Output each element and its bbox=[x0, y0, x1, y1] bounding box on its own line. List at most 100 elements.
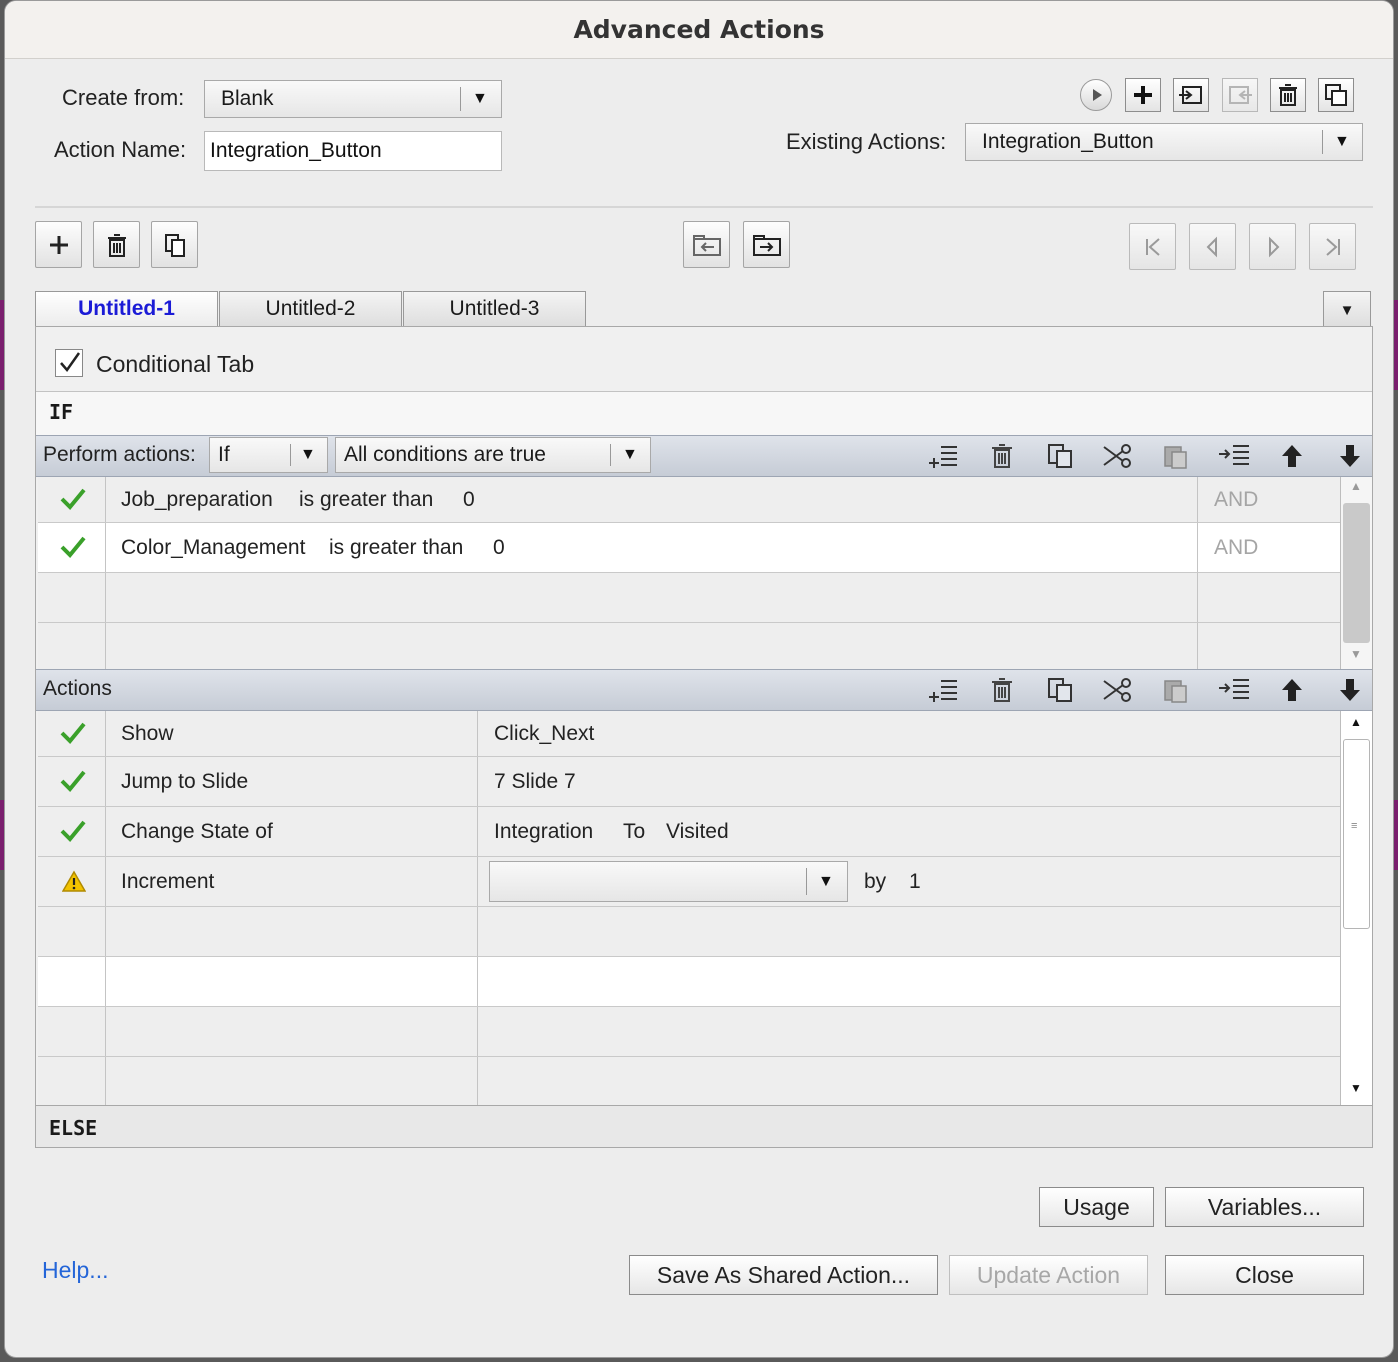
action-row[interactable]: Jump to Slide 7 Slide 7 bbox=[38, 757, 1340, 807]
action-row-empty[interactable] bbox=[38, 1007, 1340, 1057]
condition-expression-cell[interactable]: Job_preparation is greater than 0 bbox=[106, 477, 1198, 522]
scrollbar-thumb[interactable]: ≡ bbox=[1343, 739, 1370, 929]
add-condition-button[interactable] bbox=[915, 441, 973, 471]
paste-condition-button[interactable] bbox=[1147, 441, 1205, 471]
help-link[interactable]: Help... bbox=[42, 1257, 108, 1284]
action-name-cell[interactable]: Jump to Slide bbox=[106, 757, 478, 806]
checkmark-icon bbox=[60, 536, 86, 558]
checkmark-icon bbox=[60, 770, 86, 792]
variables-button[interactable]: Variables... bbox=[1165, 1187, 1364, 1227]
condition-row-empty[interactable] bbox=[38, 623, 1340, 671]
action-row-empty[interactable] bbox=[38, 907, 1340, 957]
insert-action-row-button[interactable] bbox=[1205, 675, 1263, 705]
move-condition-down-button[interactable] bbox=[1321, 441, 1379, 471]
action-target-cell[interactable]: ▼ by 1 bbox=[478, 857, 1340, 906]
delete-action-button[interactable] bbox=[1270, 78, 1306, 112]
action-name-cell[interactable]: Change State of bbox=[106, 807, 478, 856]
scroll-down-icon[interactable]: ▼ bbox=[1350, 647, 1362, 661]
move-tab-left-button[interactable] bbox=[683, 221, 730, 268]
delete-condition-button[interactable] bbox=[973, 441, 1031, 471]
scroll-up-icon[interactable]: ▲ bbox=[1350, 715, 1362, 729]
copy-action-row-button[interactable] bbox=[1031, 675, 1089, 705]
conditions-scrollbar[interactable]: ▲ ▼ bbox=[1340, 477, 1372, 671]
advanced-actions-dialog: Advanced Actions Create from: Blank ▼ Ac… bbox=[4, 0, 1394, 1358]
tabs-overflow-dropdown[interactable]: ▼ bbox=[1323, 291, 1371, 327]
if-label: IF bbox=[49, 400, 74, 424]
import-action-button[interactable] bbox=[1173, 78, 1209, 112]
actions-toolbar bbox=[915, 675, 1379, 705]
action-target-cell[interactable]: Click_Next bbox=[478, 711, 1340, 756]
condition-expression-cell[interactable]: Color_Management is greater than 0 bbox=[106, 523, 1198, 572]
tab-untitled-3[interactable]: Untitled-3 bbox=[403, 291, 586, 327]
export-action-button[interactable] bbox=[1222, 78, 1258, 112]
scrollbar-thumb[interactable] bbox=[1343, 503, 1370, 643]
condition-row-empty[interactable] bbox=[38, 573, 1340, 623]
condition-join-cell[interactable]: AND bbox=[1198, 523, 1340, 572]
conditional-tab-checkbox[interactable] bbox=[55, 349, 83, 377]
new-action-button[interactable] bbox=[1125, 78, 1161, 112]
preview-button[interactable] bbox=[1080, 79, 1112, 111]
tab-untitled-1[interactable]: Untitled-1 bbox=[35, 291, 218, 327]
action-row[interactable]: Increment ▼ by 1 bbox=[38, 857, 1340, 907]
next-tab-button[interactable] bbox=[1249, 223, 1296, 270]
action-row-empty[interactable] bbox=[38, 957, 1340, 1007]
action-name-input[interactable] bbox=[205, 132, 501, 170]
move-tab-right-button[interactable] bbox=[743, 221, 790, 268]
copy-condition-button[interactable] bbox=[1031, 441, 1089, 471]
add-row-icon bbox=[929, 446, 957, 468]
action-target: 7 Slide 7 bbox=[494, 770, 576, 793]
insert-row-icon bbox=[1219, 679, 1249, 699]
cut-condition-button[interactable] bbox=[1089, 441, 1147, 471]
update-action-button[interactable]: Update Action bbox=[949, 1255, 1148, 1295]
previous-tab-button[interactable] bbox=[1189, 223, 1236, 270]
first-tab-button[interactable] bbox=[1129, 223, 1176, 270]
cut-action-row-button[interactable] bbox=[1089, 675, 1147, 705]
paste-action-row-button[interactable] bbox=[1147, 675, 1205, 705]
last-tab-button[interactable] bbox=[1309, 223, 1356, 270]
action-row-empty[interactable] bbox=[38, 1057, 1340, 1105]
action-name-label: Action Name: bbox=[54, 137, 187, 162]
scroll-up-icon[interactable]: ▲ bbox=[1350, 479, 1362, 493]
move-condition-up-button[interactable] bbox=[1263, 441, 1321, 471]
chevron-down-icon: ▼ bbox=[622, 446, 638, 463]
action-row[interactable]: Show Click_Next bbox=[38, 711, 1340, 757]
usage-button[interactable]: Usage bbox=[1039, 1187, 1154, 1227]
perform-mode-dropdown[interactable]: If ▼ bbox=[209, 437, 328, 473]
actions-scrollbar[interactable]: ▲ ≡ ▼ bbox=[1340, 711, 1372, 1105]
actions-label: Actions bbox=[43, 677, 112, 700]
arrow-up-icon bbox=[1282, 679, 1302, 701]
scroll-down-icon[interactable]: ▼ bbox=[1350, 1081, 1362, 1095]
condition-row[interactable]: Color_Management is greater than 0 AND bbox=[38, 523, 1340, 573]
background-strip bbox=[1394, 300, 1398, 390]
action-name-cell[interactable]: Increment bbox=[106, 857, 478, 906]
action-name: Increment bbox=[121, 870, 215, 893]
action-name-cell[interactable]: Show bbox=[106, 711, 478, 756]
close-button[interactable]: Close bbox=[1165, 1255, 1364, 1295]
delete-action-row-button[interactable] bbox=[973, 675, 1031, 705]
move-action-up-button[interactable] bbox=[1263, 675, 1321, 705]
conditional-tab-label: Conditional Tab bbox=[96, 351, 255, 377]
condition-row[interactable]: Job_preparation is greater than 0 AND bbox=[38, 477, 1340, 523]
delete-tab-button[interactable] bbox=[93, 221, 140, 268]
existing-actions-dropdown[interactable]: Integration_Button ▼ bbox=[965, 123, 1363, 161]
insert-condition-button[interactable] bbox=[1205, 441, 1263, 471]
save-as-shared-action-button[interactable]: Save As Shared Action... bbox=[629, 1255, 938, 1295]
condition-mode-dropdown[interactable]: All conditions are true ▼ bbox=[335, 437, 651, 473]
create-from-dropdown[interactable]: Blank ▼ bbox=[204, 80, 502, 118]
action-name-field[interactable] bbox=[204, 131, 502, 171]
increment-variable-dropdown[interactable]: ▼ bbox=[489, 861, 848, 902]
action-target-cell[interactable]: 7 Slide 7 bbox=[478, 757, 1340, 806]
action-target-cell[interactable]: Integration To Visited bbox=[478, 807, 1340, 856]
tab-untitled-2[interactable]: Untitled-2 bbox=[219, 291, 402, 327]
copy-tab-button[interactable] bbox=[151, 221, 198, 268]
add-action-button[interactable] bbox=[915, 675, 973, 705]
action-state: Visited bbox=[666, 820, 729, 843]
duplicate-action-button[interactable] bbox=[1318, 78, 1354, 112]
condition-join-cell[interactable]: AND bbox=[1198, 477, 1340, 522]
perform-mode-value: If bbox=[218, 443, 230, 466]
move-action-down-button[interactable] bbox=[1321, 675, 1379, 705]
action-row[interactable]: Change State of Integration To Visited bbox=[38, 807, 1340, 857]
else-section-header[interactable] bbox=[36, 1105, 1372, 1147]
add-tab-button[interactable] bbox=[35, 221, 82, 268]
action-status-cell bbox=[38, 857, 106, 906]
